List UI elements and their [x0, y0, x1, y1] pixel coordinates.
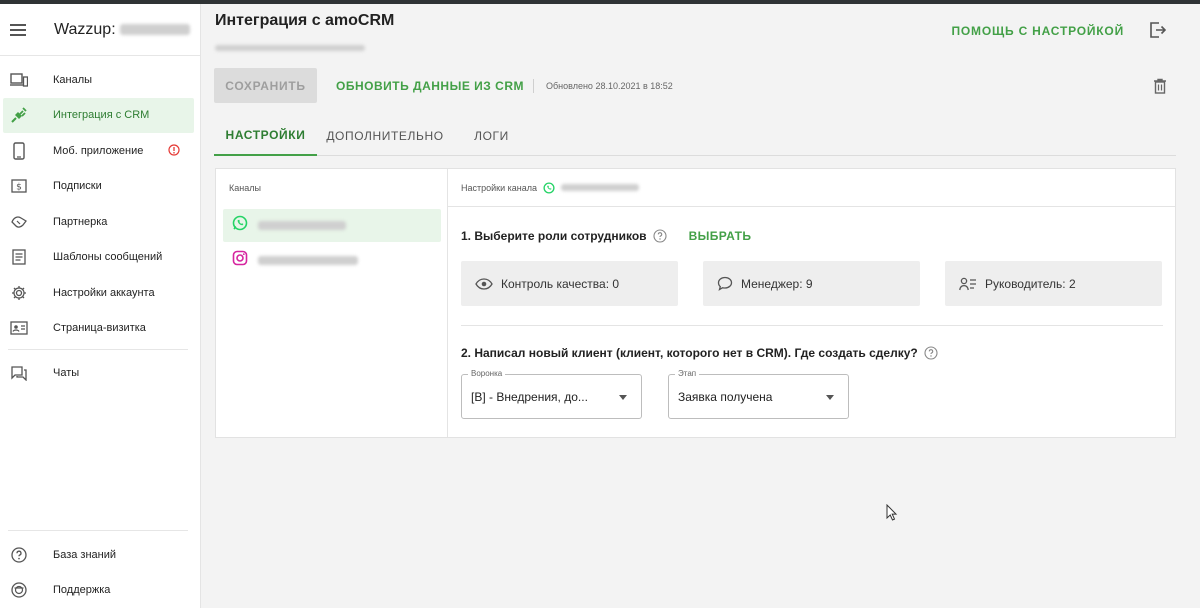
- sidebar-item-chats[interactable]: Чаты: [3, 353, 194, 393]
- roles-question-text: 1. Выберите роли сотрудников: [461, 229, 647, 243]
- channel-settings: Настройки канала 1. Выберите роли сотруд…: [448, 169, 1175, 437]
- choose-roles-button[interactable]: ВЫБРАТЬ: [689, 229, 752, 243]
- deal-question-text: 2. Написал новый клиент (клиент, которог…: [461, 346, 918, 360]
- channel-name-blurred: [258, 221, 346, 230]
- funnel-select-value: [B] - Внедрения, до...: [471, 390, 588, 404]
- sidebar-item-label: Чаты: [53, 367, 80, 379]
- partner-icon: [9, 212, 29, 232]
- sidebar-item-business-card[interactable]: Страница-визитка: [3, 311, 194, 347]
- sidebar-item-label: Страница-визитка: [53, 322, 146, 335]
- integration-url-blurred: [215, 38, 365, 56]
- channels-heading: Каналы: [229, 183, 261, 193]
- sidebar-item-label: Настройки аккаунта: [53, 286, 155, 299]
- channel-name-blurred: [258, 256, 358, 265]
- logout-icon[interactable]: [1148, 21, 1167, 44]
- alert-icon: [168, 144, 180, 159]
- role-card-label: Контроль качества: 0: [501, 276, 620, 291]
- eye-icon: [475, 277, 493, 290]
- tab-settings[interactable]: НАСТРОЙКИ: [214, 116, 317, 156]
- divider: [8, 530, 188, 531]
- funnel-select-legend: Воронка: [468, 369, 506, 378]
- sidebar-item-label: Каналы: [53, 73, 93, 86]
- channel-item-whatsapp[interactable]: [223, 209, 441, 242]
- funnel-select[interactable]: Воронка [B] - Внедрения, до...: [461, 369, 642, 419]
- divider: [461, 325, 1163, 326]
- sidebar-nav: Каналы Интеграция с CRM Моб. приложение …: [0, 56, 200, 393]
- plug-icon: [9, 105, 29, 125]
- channel-settings-label: Настройки канала: [461, 182, 538, 193]
- divider: [533, 79, 534, 93]
- phone-icon: [9, 141, 29, 161]
- question-icon[interactable]: [924, 346, 938, 360]
- divider: [8, 349, 188, 350]
- channel-item-instagram[interactable]: [223, 244, 441, 277]
- brand-label: Wazzup:: [54, 20, 116, 38]
- sidebar-item-knowledge-base[interactable]: База знаний: [3, 537, 194, 573]
- comment-icon: [717, 276, 733, 291]
- menu-icon[interactable]: [10, 23, 26, 36]
- role-card-quality[interactable]: Контроль качества: 0: [461, 261, 678, 306]
- sidebar-bottom: База знаний Поддержка: [0, 530, 200, 608]
- sidebar-header: Wazzup:: [0, 4, 200, 56]
- chevron-down-icon: [619, 395, 627, 400]
- sidebar-item-label: Моб. приложение: [53, 144, 144, 157]
- whatsapp-icon: [543, 181, 555, 194]
- sidebar-item-subscriptions[interactable]: $ Подписки: [3, 169, 194, 205]
- brand: Wazzup:: [54, 21, 190, 39]
- sidebar-item-crm-integration[interactable]: Интеграция с CRM: [3, 97, 194, 133]
- account-id-blurred: [119, 24, 190, 35]
- role-card-manager[interactable]: Менеджер: 9: [703, 261, 920, 306]
- channel-id-blurred: [561, 184, 640, 191]
- whatsapp-icon: [232, 215, 248, 236]
- template-icon: [9, 247, 29, 267]
- help-setup-link[interactable]: ПОМОЩЬ С НАСТРОЙКОЙ: [952, 24, 1125, 38]
- page-header: Интеграция с amoCRM ПОМОЩЬ С НАСТРОЙКОЙ: [201, 4, 1200, 56]
- sidebar-item-partners[interactable]: Партнерка: [3, 204, 194, 240]
- sidebar-item-support[interactable]: Поддержка: [3, 573, 194, 608]
- sidebar-item-label: База знаний: [53, 548, 117, 561]
- stage-select[interactable]: Этап Заявка получена: [668, 369, 849, 419]
- tabs: НАСТРОЙКИ ДОПОЛНИТЕЛЬНО ЛОГИ: [214, 116, 1176, 156]
- sidebar-item-account-settings[interactable]: Настройки аккаунта: [3, 275, 194, 311]
- question-icon[interactable]: [653, 229, 667, 243]
- page-title: Интеграция с amoCRM: [215, 12, 395, 29]
- support-icon: [9, 580, 29, 600]
- save-button[interactable]: СОХРАНИТЬ: [214, 68, 317, 103]
- manager-icon: [959, 277, 977, 291]
- sidebar: Wazzup: Каналы Интеграция с CRM Моб. при…: [0, 4, 201, 608]
- roles-question: 1. Выберите роли сотрудников ВЫБРАТЬ: [461, 229, 751, 243]
- refresh-crm-button[interactable]: ОБНОВИТЬ ДАННЫЕ ИЗ CRM: [336, 79, 524, 93]
- chat-icon: [9, 363, 29, 383]
- dollar-icon: $: [9, 176, 29, 196]
- channels-column: Каналы: [216, 169, 448, 437]
- role-card-label: Руководитель: 2: [985, 276, 1076, 291]
- sidebar-item-label: Подписки: [53, 180, 102, 193]
- sidebar-item-label: Партнерка: [53, 215, 108, 228]
- chevron-down-icon: [826, 395, 834, 400]
- svg-text:$: $: [16, 183, 22, 193]
- id-card-icon: [9, 318, 29, 338]
- stage-select-legend: Этап: [675, 369, 700, 378]
- tab-logs[interactable]: ЛОГИ: [464, 116, 519, 155]
- channel-settings-heading: Настройки канала: [448, 169, 1175, 207]
- sidebar-item-channels[interactable]: Каналы: [3, 62, 194, 98]
- sidebar-item-label: Интеграция с CRM: [53, 109, 150, 122]
- help-icon: [9, 545, 29, 565]
- sidebar-item-label: Шаблоны сообщений: [53, 251, 163, 264]
- gear-icon: [9, 283, 29, 303]
- devices-icon: [9, 70, 29, 90]
- tab-additional[interactable]: ДОПОЛНИТЕЛЬНО: [326, 116, 444, 155]
- sidebar-item-templates[interactable]: Шаблоны сообщений: [3, 240, 194, 276]
- sidebar-item-mobile-app[interactable]: Моб. приложение: [3, 133, 194, 169]
- instagram-icon: [232, 250, 248, 271]
- role-card-label: Менеджер: 9: [741, 276, 813, 291]
- trash-icon[interactable]: [1153, 78, 1167, 99]
- settings-panel: Каналы Настройки канала 1. Выберите роли…: [215, 168, 1176, 438]
- mouse-cursor-icon: [886, 503, 898, 527]
- role-card-head[interactable]: Руководитель: 2: [945, 261, 1162, 306]
- stage-select-value: Заявка получена: [678, 390, 773, 404]
- updated-timestamp: Обновлено 28.10.2021 в 18:52: [546, 81, 673, 91]
- sidebar-item-label: Поддержка: [53, 584, 111, 597]
- deal-question: 2. Написал новый клиент (клиент, которог…: [461, 346, 938, 360]
